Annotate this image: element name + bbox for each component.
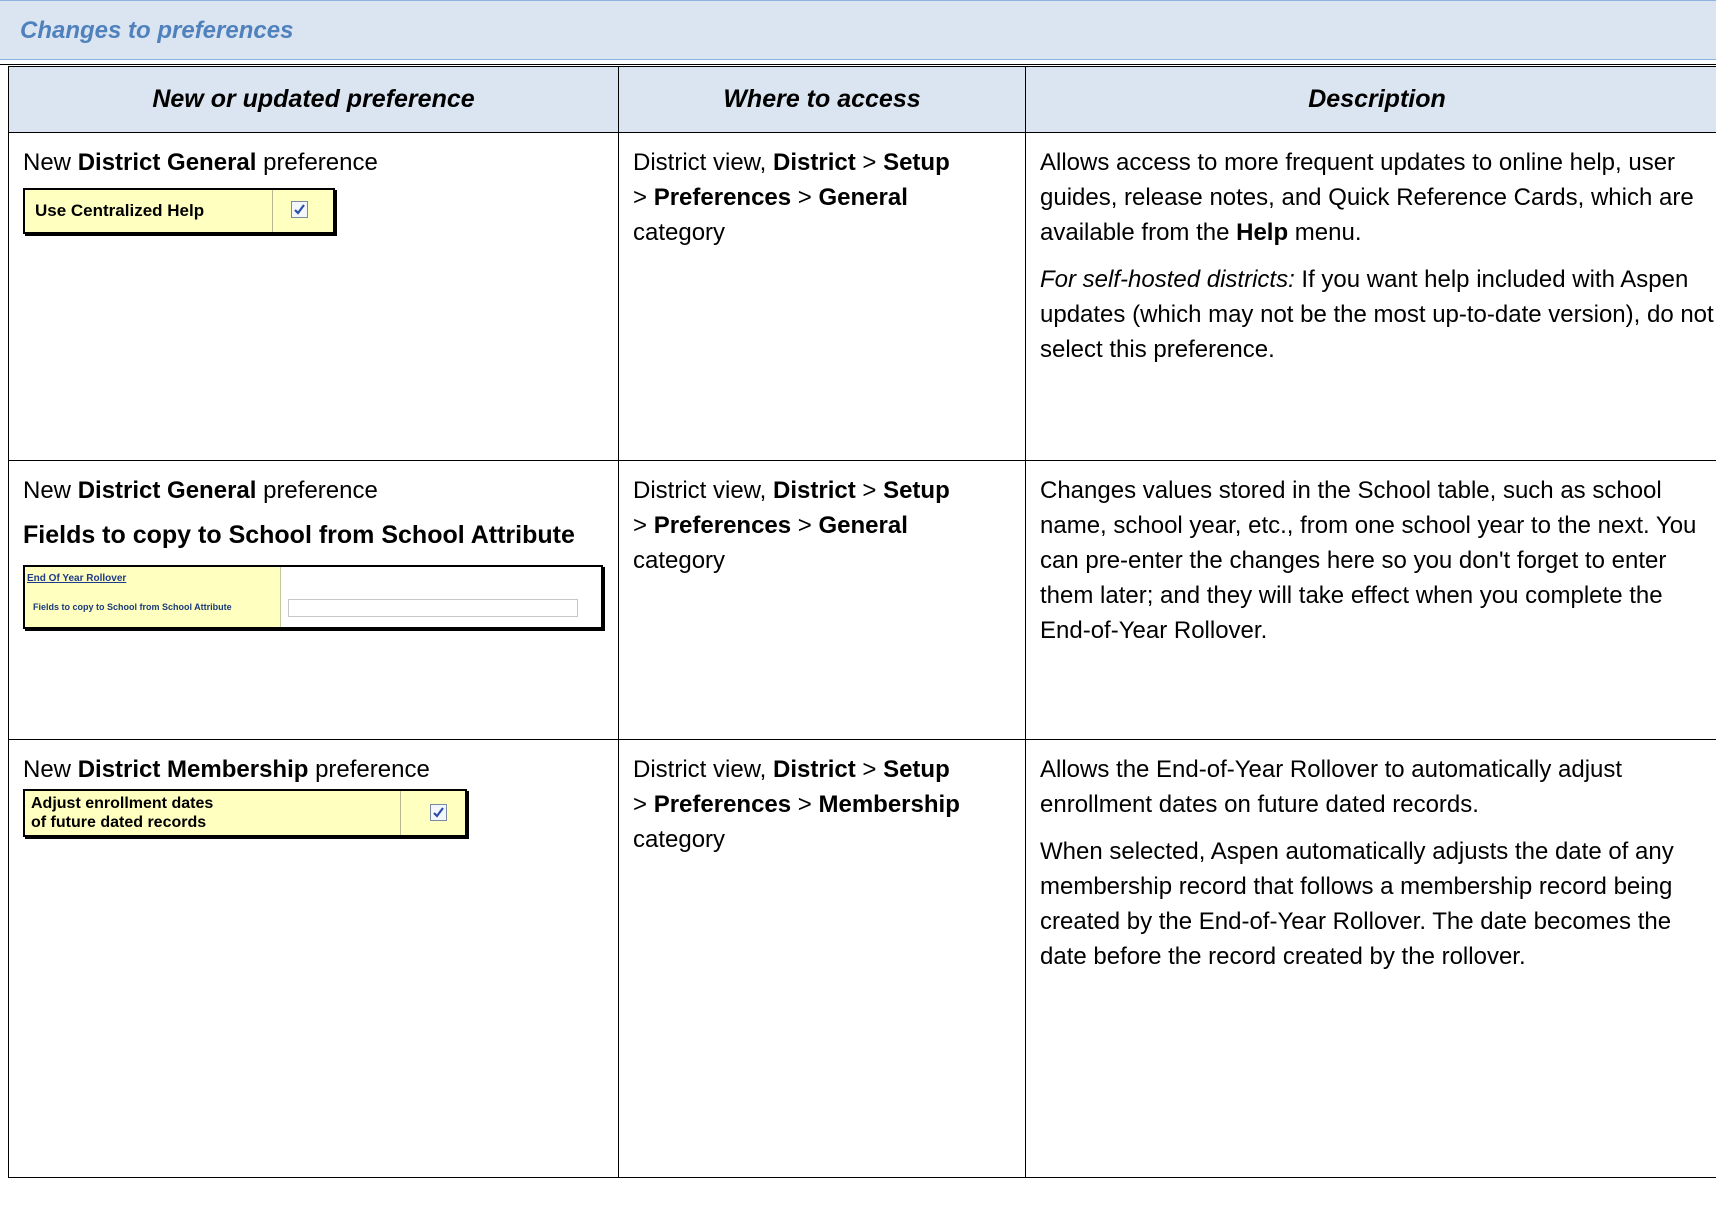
preference-cell: New District General preference Fields t…: [8, 460, 619, 740]
table-header-row: New or updated preference Where to acces…: [8, 66, 1716, 133]
description-paragraph: When selected, Aspen automatically adjus…: [1040, 838, 1674, 970]
use-centralized-help-setting: Use Centralized Help: [23, 188, 335, 234]
preference-title: New District General preference: [23, 149, 378, 176]
header-where-to-access: Where to access: [618, 66, 1026, 133]
setting-label-line-2: of future dated records: [31, 814, 207, 831]
end-of-year-rollover-setting: End Of Year Rollover Fields to copy to S…: [23, 565, 603, 629]
banner-divider: [0, 64, 1716, 65]
where-to-access-cell: District view, District > Setup > Prefer…: [618, 739, 1026, 1178]
checkmark-icon: [433, 807, 444, 818]
table-row: New District General preference Fields t…: [8, 460, 1716, 740]
description-cell: Allows access to more frequent updates t…: [1025, 132, 1716, 461]
self-hosted-note: For self-hosted districts: If you want h…: [1040, 266, 1714, 363]
preference-cell: New District Membership preference Adjus…: [8, 739, 619, 1178]
preference-title: New District Membership preference: [23, 756, 430, 783]
header-description: Description: [1025, 66, 1716, 133]
preference-cell: New District General preference Use Cent…: [8, 132, 619, 461]
description-paragraph: Allows the End-of-Year Rollover to autom…: [1040, 756, 1623, 818]
fields-to-copy-input[interactable]: [288, 599, 578, 617]
adjust-enrollment-dates-setting: Adjust enrollment dates of future dated …: [23, 789, 467, 837]
field-label: Fields to copy to School from School Att…: [33, 602, 232, 612]
where-to-access-cell: District view, District > Setup > Prefer…: [618, 132, 1026, 461]
checkmark-icon: [294, 204, 305, 215]
preferences-table: New or updated preference Where to acces…: [8, 66, 1716, 1178]
table-row: New District General preference Use Cent…: [8, 132, 1716, 461]
description-cell: Changes values stored in the School tabl…: [1025, 460, 1716, 740]
use-centralized-help-checkbox[interactable]: [291, 201, 308, 218]
description-paragraph: Allows access to more frequent updates t…: [1040, 149, 1694, 246]
section-title: Changes to preferences: [20, 17, 294, 44]
description-cell: Allows the End-of-Year Rollover to autom…: [1025, 739, 1716, 1178]
setting-label: Use Centralized Help: [35, 201, 205, 220]
end-of-year-rollover-link[interactable]: End Of Year Rollover: [27, 573, 126, 585]
setting-label-line-1: Adjust enrollment dates: [31, 795, 214, 812]
description-paragraph: Changes values stored in the School tabl…: [1040, 477, 1697, 644]
header-preference: New or updated preference: [8, 66, 619, 133]
preference-title: New District General preference: [23, 477, 378, 504]
preference-name: Fields to copy to School from School Att…: [23, 521, 575, 549]
table-row: New District Membership preference Adjus…: [8, 739, 1716, 1178]
adjust-enrollment-dates-checkbox[interactable]: [430, 804, 447, 821]
where-to-access-cell: District view, District > Setup > Prefer…: [618, 460, 1026, 740]
section-banner: Changes to preferences: [0, 0, 1716, 60]
